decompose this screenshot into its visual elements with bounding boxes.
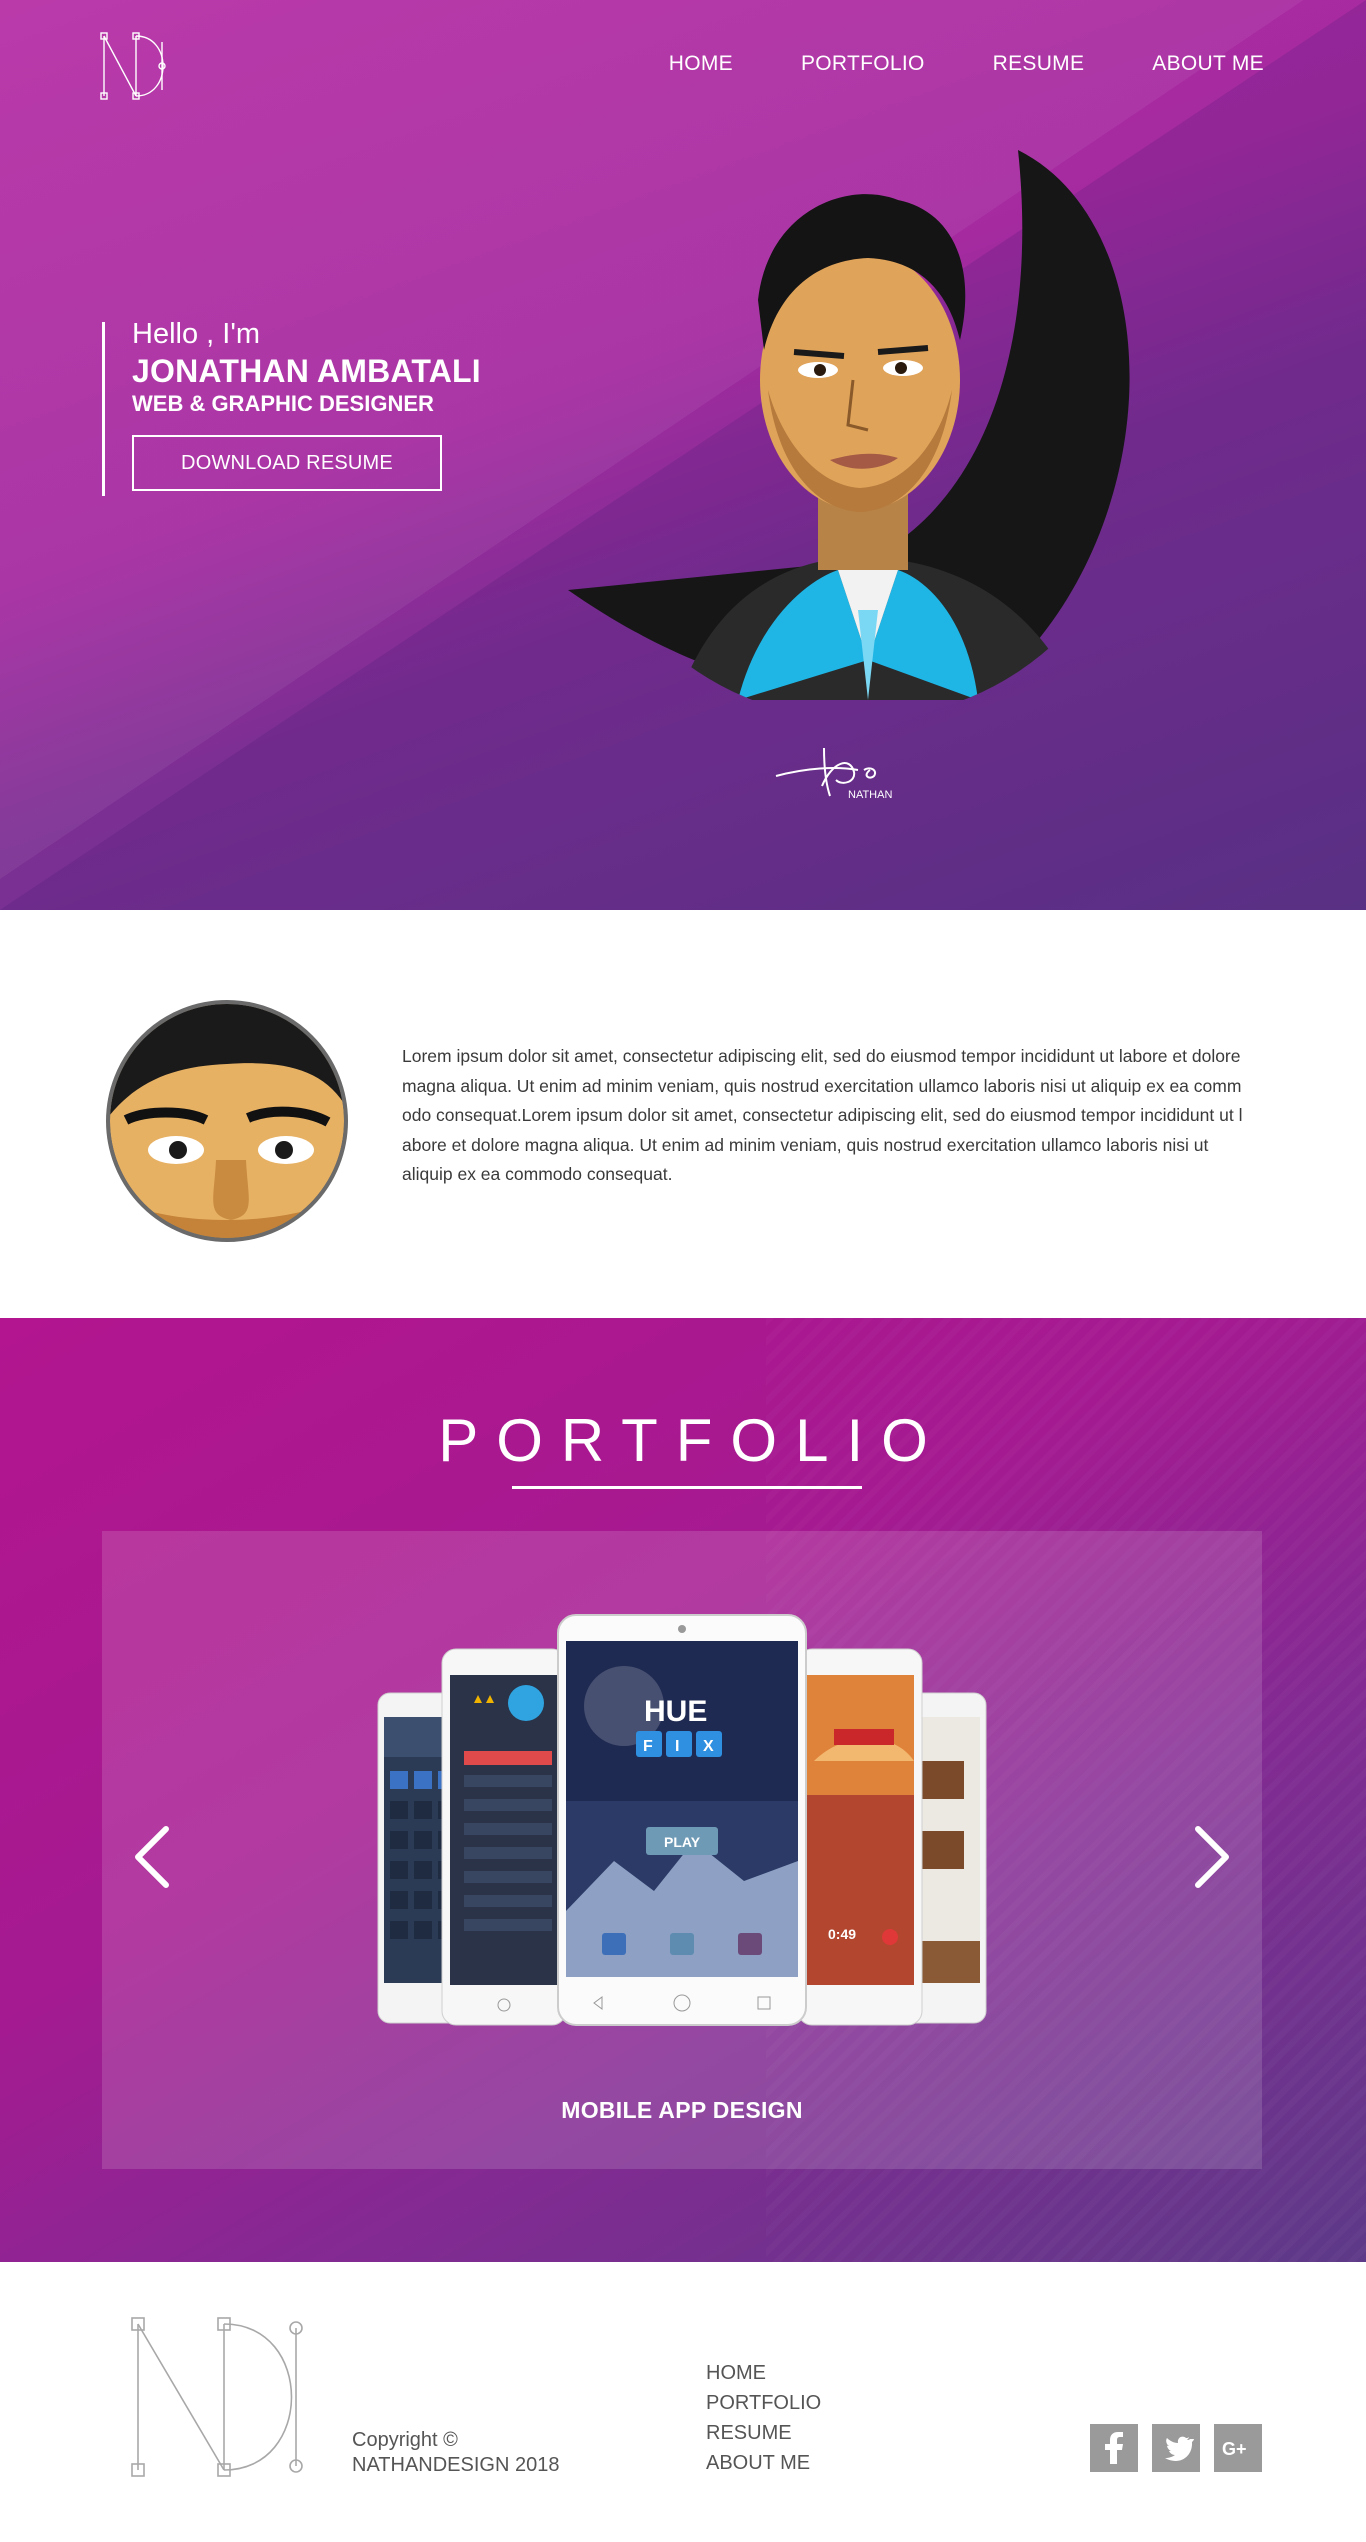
hero-intro: Hello , I'm JONATHAN AMBATALI WEB & GRAP… — [102, 318, 522, 496]
portfolio-slider: 0:49 HUE F I X PLAY MOBILE APP DESIGN — [102, 1531, 1262, 2169]
copyright-line-2: NATHANDESIGN 2018 — [352, 2454, 560, 2476]
footer-nav: HOME PORTFOLIO RESUME ABOUT ME — [706, 2358, 821, 2478]
signature-text: NATHAN — [848, 789, 892, 801]
footer-nav-home[interactable]: HOME — [706, 2358, 821, 2388]
profile-portrait — [568, 150, 1130, 700]
footer-nav-portfolio[interactable]: PORTFOLIO — [706, 2388, 821, 2418]
nd-logo-icon[interactable] — [100, 32, 174, 100]
app-logo-x: X — [703, 1738, 714, 1755]
about-paragraph: Lorem ipsum dolor sit amet, consectetur … — [402, 1046, 1243, 1184]
chevron-right-icon[interactable] — [1188, 1821, 1238, 1893]
mobile-app-mockups[interactable]: 0:49 HUE F I X PLAY — [374, 1611, 990, 2031]
chevron-left-icon[interactable] — [126, 1821, 176, 1893]
footer-nav-about-me[interactable]: ABOUT ME — [706, 2448, 821, 2478]
phone-mockup-3: HUE F I X PLAY — [557, 1614, 807, 2026]
main-nav: HOME PORTFOLIO RESUME ABOUT ME — [601, 52, 1264, 76]
google-plus-icon[interactable]: G+ — [1214, 2424, 1262, 2472]
svg-text:G+: G+ — [1222, 2439, 1247, 2459]
portfolio-title: PORTFOLIO — [438, 1407, 946, 1474]
cartoon-avatar — [106, 1000, 348, 1242]
app-logo-i: I — [675, 1738, 679, 1755]
nav-home[interactable]: HOME — [669, 52, 733, 76]
nav-portfolio[interactable]: PORTFOLIO — [801, 52, 925, 76]
app-logo-hue: HUE — [644, 1695, 707, 1728]
nav-resume[interactable]: RESUME — [993, 52, 1085, 76]
facebook-icon[interactable] — [1090, 2424, 1138, 2472]
nav-about-me[interactable]: ABOUT ME — [1152, 52, 1264, 76]
hero-name: JONATHAN AMBATALI — [132, 353, 481, 389]
portfolio-title-underline — [512, 1486, 862, 1489]
play-button-label: PLAY — [664, 1834, 701, 1850]
social-links: G+ — [1090, 2424, 1262, 2472]
phone-mockup-2 — [441, 1648, 567, 2026]
copyright-text: Copyright © NATHANDESIGN 2018 — [352, 2428, 559, 2478]
footer: Copyright © NATHANDESIGN 2018 HOME PORTF… — [0, 2262, 1366, 2542]
about-section: Lorem ipsum dolor sit amet, consectetur … — [0, 910, 1366, 1318]
game-timer: 0:49 — [828, 1926, 856, 1942]
hero-greeting: Hello , I'm — [132, 318, 261, 350]
hero-section: HOME PORTFOLIO RESUME ABOUT ME Hello , I… — [0, 0, 1366, 910]
nd-logo-footer-icon[interactable] — [128, 2314, 314, 2480]
phone-mockup-4: 0:49 — [797, 1648, 923, 2026]
portfolio-section: PORTFOLIO 0:49 HUE F I X PLAY MOBILE APP… — [0, 1318, 1366, 2280]
twitter-icon[interactable] — [1152, 2424, 1200, 2472]
portfolio-caption: MOBILE APP DESIGN — [561, 2097, 803, 2123]
signature-image: NATHAN — [775, 747, 892, 801]
hero-role: WEB & GRAPHIC DESIGNER — [132, 391, 434, 416]
copyright-line-1: Copyright © — [352, 2429, 458, 2451]
footer-nav-resume[interactable]: RESUME — [706, 2418, 821, 2448]
app-logo-f: F — [643, 1738, 653, 1755]
download-resume-button[interactable]: DOWNLOAD RESUME — [132, 435, 442, 491]
